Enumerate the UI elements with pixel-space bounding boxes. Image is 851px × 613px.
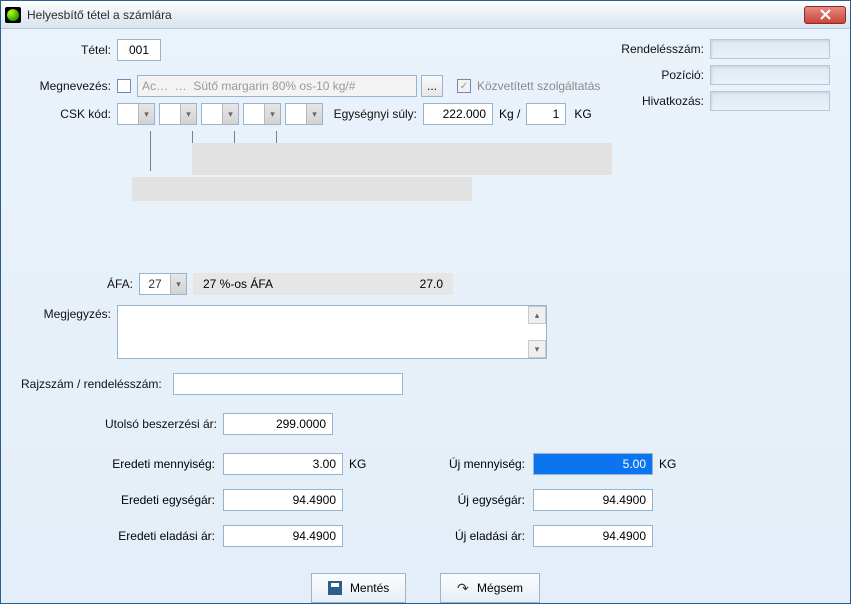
position-field[interactable] <box>710 65 830 85</box>
mediated-checkbox[interactable]: ✓ <box>457 79 471 93</box>
unit-weight-per-field[interactable] <box>526 103 566 125</box>
cancel-button[interactable]: ↶ Mégsem <box>440 573 540 603</box>
reference-field[interactable] <box>710 91 830 111</box>
close-button[interactable] <box>804 6 846 24</box>
name-field[interactable] <box>137 75 417 97</box>
note-textarea[interactable]: ▴ ▾ <box>117 305 547 359</box>
window-title: Helyesbítő tétel a számlára <box>27 8 172 22</box>
orig-unitprice-label: Eredeti egységár: <box>13 493 223 507</box>
app-icon <box>5 7 21 23</box>
chevron-down-icon: ▾ <box>264 104 280 124</box>
csk-dropdown-3[interactable]: ▾ <box>201 103 239 125</box>
orig-qty-label: Eredeti mennyiség: <box>13 457 223 471</box>
content: Rendelésszám: Pozíció: Hivatkozás: Tétel… <box>1 29 850 613</box>
new-qty-field[interactable] <box>533 453 653 475</box>
orig-saleprice-field[interactable] <box>223 525 343 547</box>
chevron-down-icon: ▾ <box>180 104 196 124</box>
ellipsis-icon: ... <box>427 79 437 93</box>
scroll-down-button[interactable]: ▾ <box>528 340 546 358</box>
orig-saleprice-label: Eredeti eladási ár: <box>13 529 223 543</box>
last-purchase-label: Utolsó beszerzési ár: <box>13 417 223 431</box>
orig-qty-field[interactable] <box>223 453 343 475</box>
new-saleprice-label: Új eladási ár: <box>443 529 533 543</box>
drawing-no-label: Rajzszám / rendelésszám: <box>13 377 173 391</box>
unit-weight-field[interactable] <box>423 103 493 125</box>
item-label: Tétel: <box>13 43 117 57</box>
chevron-down-icon: ▾ <box>222 104 238 124</box>
unit-weight-label: Egységnyi súly: <box>329 107 423 121</box>
cancel-label: Mégsem <box>477 581 523 595</box>
kg-label: KG <box>574 107 591 121</box>
vat-rate-value: 27.0 <box>420 277 443 291</box>
csk-dropdown-4[interactable]: ▾ <box>243 103 281 125</box>
name-label: Megnevezés: <box>13 79 117 93</box>
name-lookup-button[interactable]: ... <box>421 75 443 97</box>
chevron-down-icon: ▾ <box>306 104 322 124</box>
reference-label: Hivatkozás: <box>606 94 710 108</box>
name-checkbox[interactable] <box>117 79 131 93</box>
csk-detail-area <box>132 131 612 201</box>
position-label: Pozíció: <box>606 68 710 82</box>
orig-qty-unit: KG <box>343 457 383 471</box>
save-label: Mentés <box>350 581 389 595</box>
window: Helyesbítő tétel a számlára Rendelésszám… <box>0 0 851 604</box>
kg-per-label: Kg / <box>499 107 520 121</box>
drawing-no-field[interactable] <box>173 373 403 395</box>
vat-desc-text: 27 %-os ÁFA <box>203 277 273 291</box>
mediated-label: Közvetített szolgáltatás <box>477 79 600 93</box>
new-saleprice-field[interactable] <box>533 525 653 547</box>
vat-dropdown[interactable]: 27 ▾ <box>139 273 187 295</box>
new-unitprice-field[interactable] <box>533 489 653 511</box>
new-unitprice-label: Új egységár: <box>443 493 533 507</box>
order-field[interactable] <box>710 39 830 59</box>
last-purchase-field[interactable] <box>223 413 333 435</box>
order-label: Rendelésszám: <box>606 42 710 56</box>
csk-dropdown-5[interactable]: ▾ <box>285 103 323 125</box>
chevron-down-icon: ▾ <box>138 104 154 124</box>
close-icon <box>820 9 831 20</box>
new-qty-unit: KG <box>653 457 693 471</box>
vat-label: ÁFA: <box>13 277 139 291</box>
top-right-panel: Rendelésszám: Pozíció: Hivatkozás: <box>606 39 836 117</box>
csk-dropdown-1[interactable]: ▾ <box>117 103 155 125</box>
csk-label: CSK kód: <box>13 107 117 121</box>
csk-dropdown-2[interactable]: ▾ <box>159 103 197 125</box>
button-bar: Mentés ↶ Mégsem <box>13 573 838 603</box>
undo-icon: ↶ <box>457 580 469 597</box>
vat-value: 27 <box>140 274 170 294</box>
note-label: Megjegyzés: <box>13 305 117 321</box>
item-field[interactable] <box>117 39 161 61</box>
titlebar: Helyesbítő tétel a számlára <box>1 1 850 29</box>
new-qty-label: Új mennyiség: <box>443 457 533 471</box>
save-icon <box>328 581 342 595</box>
orig-unitprice-field[interactable] <box>223 489 343 511</box>
scroll-up-button[interactable]: ▴ <box>528 306 546 324</box>
save-button[interactable]: Mentés <box>311 573 406 603</box>
chevron-down-icon: ▾ <box>170 274 186 294</box>
vat-description: 27 %-os ÁFA 27.0 <box>193 273 453 295</box>
